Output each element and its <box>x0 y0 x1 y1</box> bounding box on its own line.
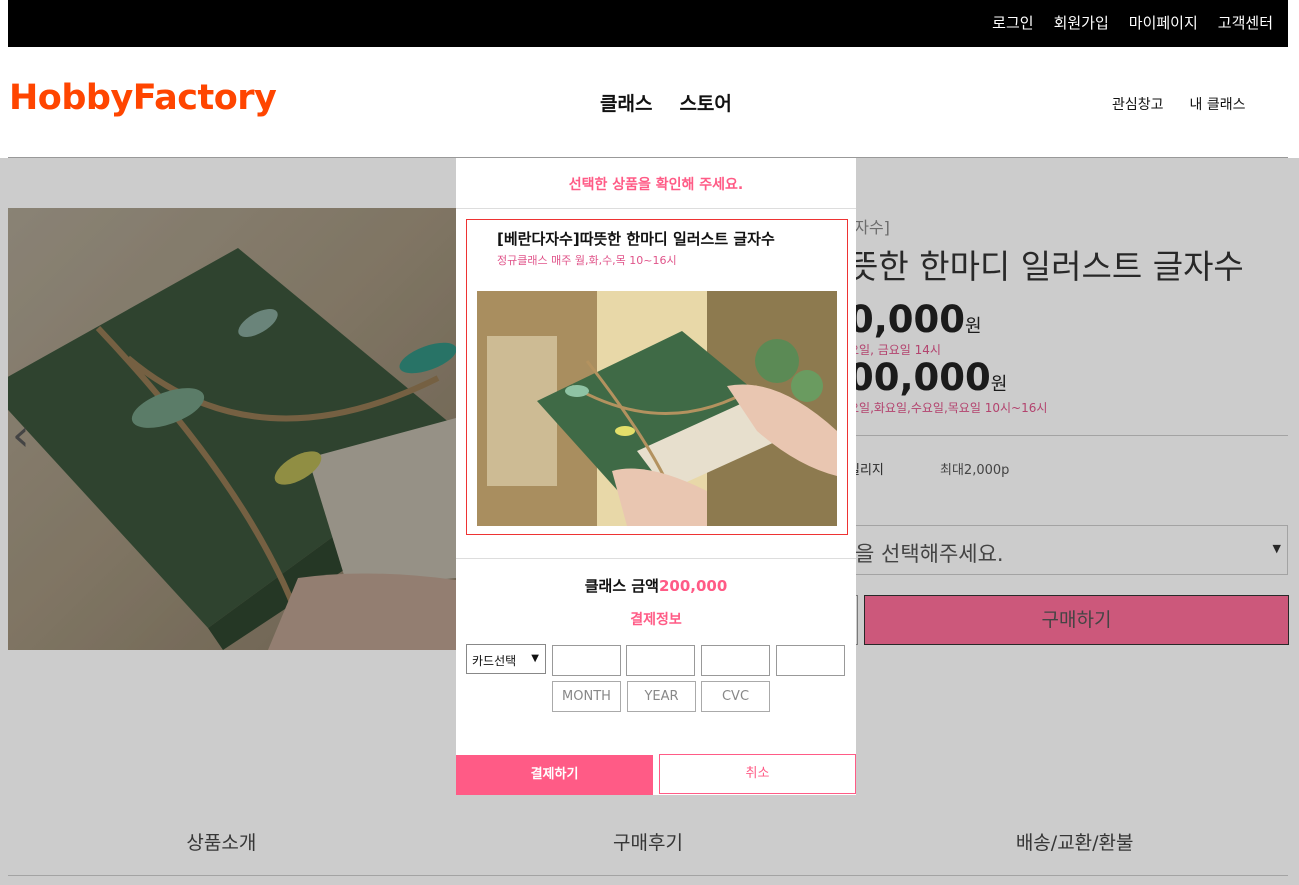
nav-store[interactable]: 스토어 <box>679 89 731 116</box>
price-2-value: 00,000 <box>848 356 991 399</box>
price-2: 00,000원 <box>848 356 1007 399</box>
selected-item-box: [베란다자수]따뜻한 한마디 일러스트 글자수 정규클래스 매주 월,화,수,목… <box>466 219 848 535</box>
nav-wishlist[interactable]: 관심창고 <box>1112 94 1164 114</box>
price-1: 0,000원 <box>848 298 982 341</box>
option-select[interactable]: 을 선택해주세요. ▼ <box>848 525 1288 575</box>
selected-item-photo-illustration <box>477 291 837 526</box>
payment-info-heading: 결제정보 <box>630 612 682 628</box>
schedule-2: 요일,화요일,수요일,목요일 10시~16시 <box>848 401 1048 415</box>
detail-tabs: 상품소개 구매후기 배송/교환/환불 <box>8 828 1288 855</box>
info-divider <box>848 435 1288 436</box>
card-month-field[interactable]: MONTH <box>552 681 621 712</box>
modal-header-divider <box>456 208 856 209</box>
login-link[interactable]: 로그인 <box>992 12 1033 33</box>
top-utility-bar: 로그인 회원가입 마이페이지 고객센터 <box>8 0 1288 47</box>
dropdown-caret-icon: ▼ <box>1272 542 1281 555</box>
selected-item-title: [베란다자수]따뜻한 한마디 일러스트 글자수 <box>497 230 775 248</box>
site-logo[interactable]: HobbyFactory <box>9 78 277 118</box>
nav-class[interactable]: 클래스 <box>600 89 652 116</box>
tab-reviews[interactable]: 구매후기 <box>435 828 862 855</box>
card-number-field-3[interactable] <box>701 645 770 676</box>
signup-link[interactable]: 회원가입 <box>1054 12 1109 33</box>
mypage-link[interactable]: 마이페이지 <box>1129 12 1198 33</box>
dropdown-caret-icon: ▼ <box>531 653 539 664</box>
card-type-select-value: 카드선택 <box>472 654 517 668</box>
card-number-field-1[interactable] <box>552 645 621 676</box>
page: 로그인 회원가입 마이페이지 고객센터 HobbyFactory 클래스 스토어… <box>0 0 1299 885</box>
card-type-select[interactable]: 카드선택 ▼ <box>466 644 546 674</box>
price-2-unit: 원 <box>990 374 1008 395</box>
main-nav: 클래스 스토어 <box>600 89 732 116</box>
tab-product-intro[interactable]: 상품소개 <box>8 828 435 855</box>
buy-button[interactable]: 구매하기 <box>864 595 1289 645</box>
price-1-unit: 원 <box>965 316 982 337</box>
pay-button[interactable]: 결제하기 <box>456 755 653 795</box>
card-year-field[interactable]: YEAR <box>627 681 696 712</box>
cancel-button[interactable]: 취소 <box>659 754 856 794</box>
tab-shipping[interactable]: 배송/교환/환불 <box>861 828 1288 855</box>
carousel-prev-icon[interactable]: ‹ <box>12 410 30 461</box>
product-photo-illustration <box>8 208 456 650</box>
purchase-confirm-modal: 선택한 상품을 확인해 주세요. [베란다자수]따뜻한 한마디 일러스트 글자수… <box>456 158 856 795</box>
product-image <box>8 208 456 650</box>
modal-mid-divider <box>456 558 856 559</box>
customer-center-link[interactable]: 고객센터 <box>1218 12 1273 33</box>
card-cvc-field[interactable]: CVC <box>701 681 770 712</box>
option-select-placeholder: 을 선택해주세요. <box>855 542 1004 566</box>
mileage-value: 최대2,000p <box>940 463 1010 478</box>
modal-heading: 선택한 상품을 확인해 주세요. <box>568 177 744 193</box>
class-amount-label: 클래스 금액 <box>584 577 659 595</box>
selected-item-image <box>477 291 837 526</box>
sub-nav: 관심창고 내 클래스 <box>1112 94 1246 114</box>
card-number-field-4[interactable] <box>776 645 845 676</box>
price-1-value: 0,000 <box>848 298 966 341</box>
nav-my-class[interactable]: 내 클래스 <box>1190 94 1246 114</box>
product-title: 뜻한 한마디 일러스트 글자수 <box>848 247 1244 286</box>
card-number-field-2[interactable] <box>626 645 695 676</box>
class-amount: 클래스 금액200,000 <box>456 575 856 596</box>
tabs-divider <box>8 875 1288 876</box>
selected-item-schedule: 정규클래스 매주 월,화,수,목 10~16시 <box>497 254 677 267</box>
class-amount-value: 200,000 <box>658 577 728 595</box>
